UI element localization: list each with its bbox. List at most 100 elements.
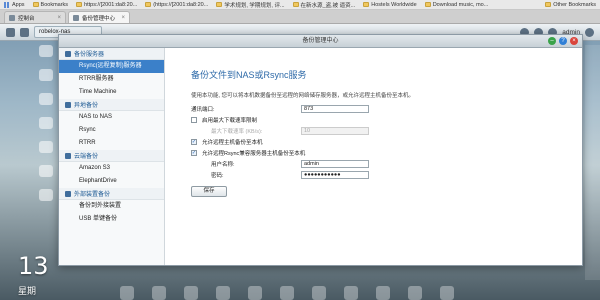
password-label: 密码: bbox=[211, 172, 224, 179]
app-icon[interactable] bbox=[248, 286, 262, 300]
sidebar-item-rtrr-server[interactable]: RTRR服务器 bbox=[59, 73, 164, 86]
desktop-dock bbox=[34, 45, 58, 215]
app-icon[interactable] bbox=[39, 189, 53, 201]
desktop-clock: 13 bbox=[18, 252, 49, 280]
close-icon[interactable]: × bbox=[57, 15, 61, 21]
app-icon[interactable] bbox=[120, 286, 134, 300]
server-icon bbox=[65, 50, 71, 57]
allow-rsync-label: 允许远程Rsync兼容服务器主机备份至本机 bbox=[202, 150, 306, 157]
menu-icon[interactable] bbox=[6, 27, 15, 37]
app-icon[interactable] bbox=[312, 286, 326, 300]
allow-rsync-checkbox[interactable]: ✓ bbox=[191, 149, 197, 156]
bandwidth-limit-label: 启用最大下载速率限制 bbox=[202, 117, 258, 124]
desktop-icon[interactable] bbox=[20, 27, 29, 37]
close-icon[interactable]: × bbox=[570, 37, 578, 45]
app-icon[interactable] bbox=[440, 286, 454, 300]
port-row: 通讯端口: bbox=[191, 103, 582, 114]
folder-icon bbox=[363, 2, 370, 7]
sidebar-item-external-device[interactable]: 备份到外接装置 bbox=[59, 200, 164, 213]
sidebar-section-cloud-backup[interactable]: 云端备份 bbox=[59, 150, 164, 162]
bookmark-apps[interactable]: Apps bbox=[0, 1, 29, 8]
bookmark-item[interactable]: Download music, mo... bbox=[421, 2, 493, 8]
app-icon[interactable] bbox=[376, 286, 390, 300]
page-title: 备份文件到NAS或Rsync服务 bbox=[191, 70, 307, 80]
username-input[interactable] bbox=[301, 159, 369, 168]
qnap-favicon-icon bbox=[9, 14, 15, 21]
more-icon[interactable] bbox=[585, 27, 594, 37]
app-icon[interactable] bbox=[39, 117, 53, 129]
help-icon[interactable]: ? bbox=[559, 37, 567, 45]
folder-icon bbox=[424, 2, 431, 7]
folder-icon bbox=[76, 2, 83, 7]
sidebar-item-rsync[interactable]: Rsync bbox=[59, 124, 164, 137]
sidebar-item-rtrr[interactable]: RTRR bbox=[59, 137, 164, 150]
app-icon[interactable] bbox=[280, 286, 294, 300]
allow-remote-label: 允许远程主机备份至本机 bbox=[202, 139, 263, 146]
bookmark-item[interactable]: Hostels Worldwide bbox=[359, 2, 420, 8]
page-description: 使用本功能, 您可以将本机数据备份至远程的网络储存服务器，或允许远程主机备份至本… bbox=[191, 93, 415, 99]
sidebar-item-time-machine[interactable]: Time Machine bbox=[59, 86, 164, 99]
bottom-dock bbox=[120, 286, 480, 300]
content-panel: 备份文件到NAS或Rsync服务 使用本功能, 您可以将本机数据备份至远程的网络… bbox=[165, 48, 582, 265]
folder-icon bbox=[216, 2, 223, 7]
bookmark-item[interactable]: Bookmarks bbox=[29, 2, 73, 8]
app-icon[interactable] bbox=[39, 165, 53, 177]
browser-tab-strip: 控制台 × 备份管理中心 × bbox=[0, 10, 600, 24]
bandwidth-limit-checkbox[interactable] bbox=[191, 116, 197, 123]
bookmark-item[interactable]: 学术规划, 学期规划, 评... bbox=[212, 1, 288, 9]
app-icon[interactable] bbox=[152, 286, 166, 300]
allow-remote-checkbox[interactable]: ✓ bbox=[191, 138, 197, 145]
sidebar-section-external-backup[interactable]: 外部装置备份 bbox=[59, 188, 164, 200]
max-speed-label: 最大下载速率 (KB/s): bbox=[211, 128, 263, 135]
folder-icon bbox=[145, 2, 152, 7]
window-titlebar[interactable]: 备份管理中心 – ? × bbox=[59, 35, 582, 48]
password-input[interactable] bbox=[301, 170, 369, 179]
app-icon[interactable] bbox=[408, 286, 422, 300]
app-icon[interactable] bbox=[344, 286, 358, 300]
allow-remote-row: ✓ 允许远程主机备份至本机 bbox=[191, 136, 582, 147]
folder-icon bbox=[545, 2, 552, 7]
max-speed-input[interactable] bbox=[301, 126, 369, 135]
sidebar: 备份服务器 Rsync(远程复制)服务器 RTRR服务器 Time Machin… bbox=[59, 48, 165, 265]
apply-button[interactable]: 保存 bbox=[191, 186, 227, 197]
tab-backup-manager[interactable]: 备份管理中心 × bbox=[68, 11, 130, 23]
desktop-gadget-strip bbox=[585, 45, 600, 280]
sidebar-item-usb-one-touch[interactable]: USB 单键备份 bbox=[59, 213, 164, 226]
app-icon[interactable] bbox=[39, 69, 53, 81]
max-speed-row: 最大下载速率 (KB/s): bbox=[191, 125, 582, 136]
app-icon[interactable] bbox=[39, 93, 53, 105]
desktop-weekday: 星期 bbox=[18, 286, 37, 296]
folder-icon bbox=[292, 2, 299, 7]
bookmark-item[interactable]: (https://[2001:da8:20... bbox=[141, 2, 212, 8]
close-icon[interactable]: × bbox=[121, 15, 125, 21]
backup-manager-window: 备份管理中心 – ? × 备份服务器 Rsync(远程复制)服务器 RTRR服务… bbox=[58, 34, 583, 266]
bookmark-item[interactable]: https://[2001:da8:20... bbox=[72, 2, 141, 8]
app-icon[interactable] bbox=[216, 286, 230, 300]
window-title: 备份管理中心 bbox=[302, 38, 339, 44]
sidebar-item-rsync-server[interactable]: Rsync(远程复制)服务器 bbox=[59, 60, 164, 73]
app-icon[interactable] bbox=[39, 141, 53, 153]
bookmark-item[interactable]: 在新水源_盗,被 逼资... bbox=[289, 1, 360, 9]
username-label: 用户名称: bbox=[211, 161, 235, 168]
bandwidth-limit-row: 启用最大下载速率限制 bbox=[191, 114, 582, 125]
remote-icon bbox=[65, 101, 71, 108]
folder-icon bbox=[32, 2, 39, 7]
sidebar-item-nas-to-nas[interactable]: NAS to NAS bbox=[59, 111, 164, 124]
app-icon[interactable] bbox=[39, 45, 53, 57]
sidebar-section-backup-server[interactable]: 备份服务器 bbox=[59, 48, 164, 60]
app-icon[interactable] bbox=[184, 286, 198, 300]
apps-grid-icon bbox=[4, 1, 10, 8]
sidebar-item-amazon-s3[interactable]: Amazon S3 bbox=[59, 162, 164, 175]
minimize-icon[interactable]: – bbox=[548, 37, 556, 45]
port-label: 通讯端口: bbox=[191, 106, 215, 113]
bookmark-other[interactable]: Other Bookmarks bbox=[541, 2, 600, 8]
sidebar-section-remote-backup[interactable]: 异地备份 bbox=[59, 99, 164, 111]
port-input[interactable] bbox=[301, 104, 369, 113]
cloud-icon bbox=[65, 152, 71, 159]
allow-rsync-row: ✓ 允许远程Rsync兼容服务器主机备份至本机 bbox=[191, 147, 582, 158]
usb-icon bbox=[65, 190, 71, 197]
password-row: 密码: bbox=[191, 169, 582, 180]
username-row: 用户名称: bbox=[191, 158, 582, 169]
tab-console[interactable]: 控制台 × bbox=[4, 11, 66, 23]
sidebar-item-elephantdrive[interactable]: ElephantDrive bbox=[59, 175, 164, 188]
